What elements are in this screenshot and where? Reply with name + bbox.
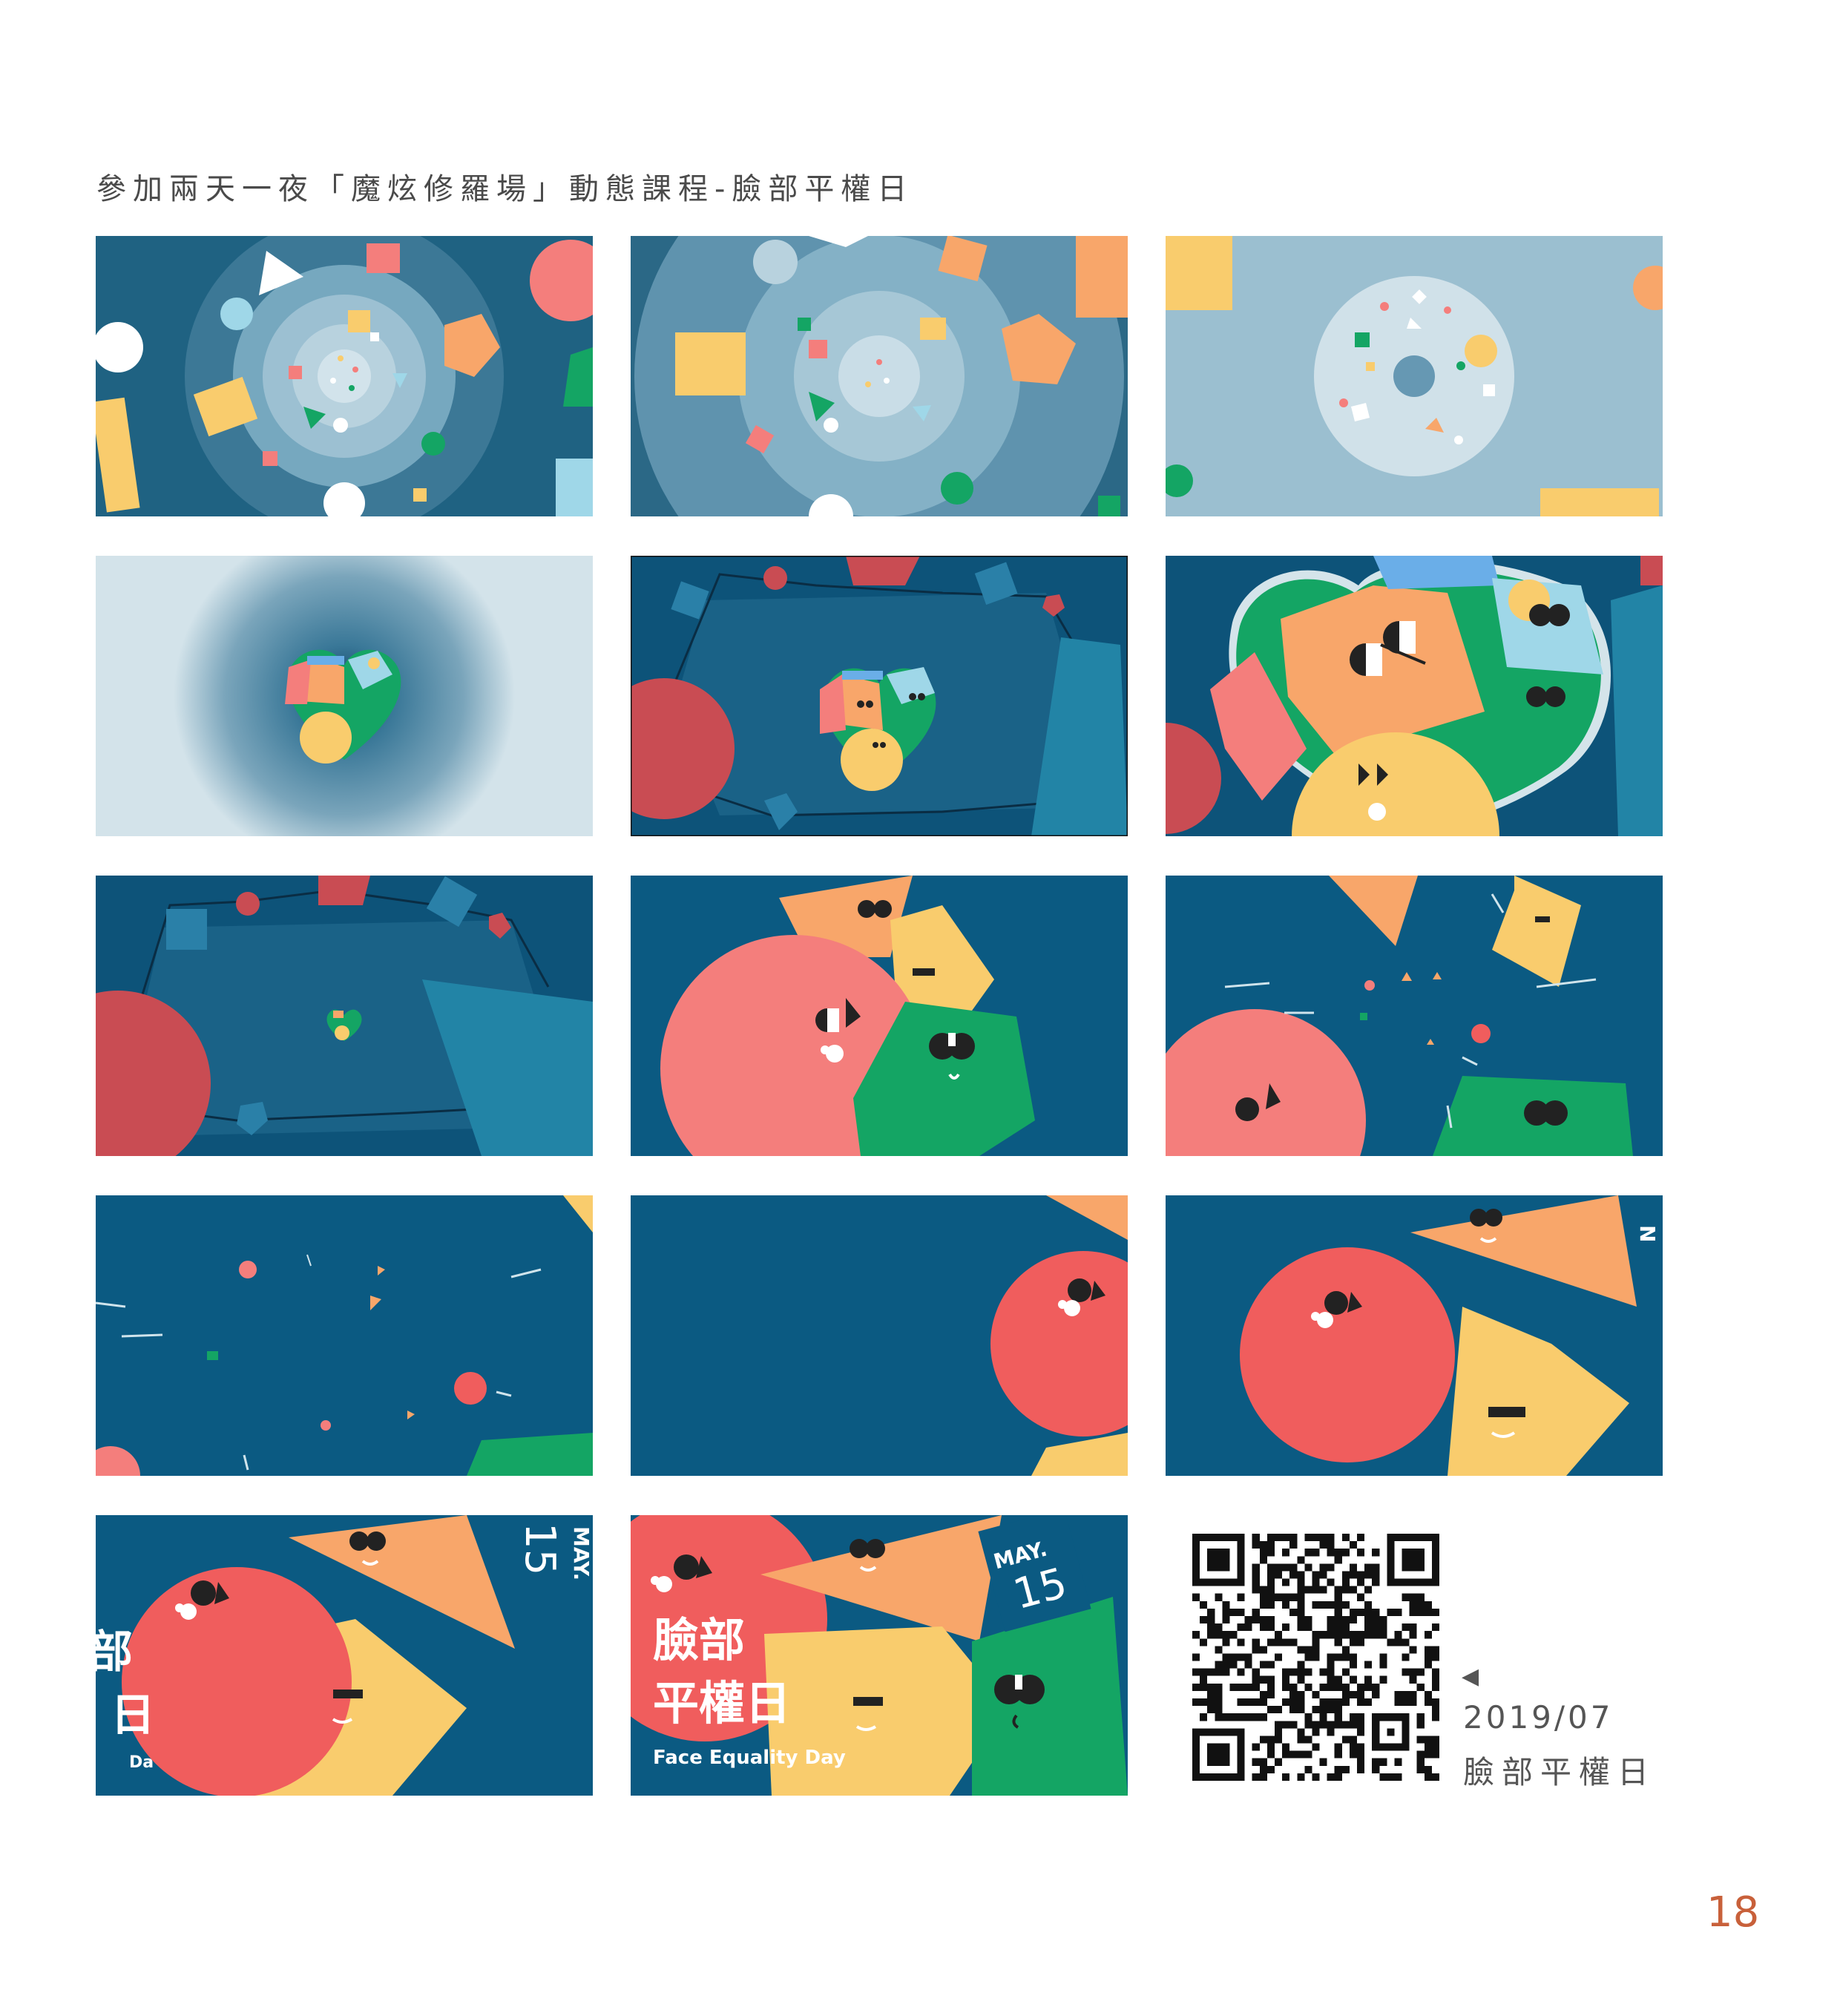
qr-title: 臉部平權日 (1463, 1754, 1657, 1790)
storyboard-frame-12: N (1166, 1195, 1663, 1476)
storyboard-frame-4 (96, 556, 593, 836)
storyboard-frame-3 (1166, 236, 1663, 516)
storyboard-frame-6 (1166, 556, 1663, 836)
partial-title-char-1: 部 (96, 1626, 133, 1678)
pointer-arrow-icon: ◀ (1462, 1664, 1479, 1690)
storyboard-frame-5 (631, 556, 1128, 836)
date-month: MAY. (569, 1526, 593, 1580)
storyboard-frame-14: 臉部 平權日 Face Equality Day MAY. 15 (631, 1515, 1128, 1796)
storyboard-frame-8 (631, 876, 1128, 1156)
page-number: 18 (1706, 1888, 1760, 1937)
partial-subtitle: Da (129, 1753, 154, 1772)
page-heading: 參加兩天一夜「魔炫修羅場」動態課程-臉部平權日 (96, 172, 914, 206)
poster-title-line1: 臉部 (653, 1613, 745, 1667)
qr-code[interactable] (1192, 1534, 1439, 1781)
poster-title-line2: 平權日 (653, 1676, 791, 1730)
partial-title-char-2: 日 (111, 1690, 155, 1741)
qr-date: 2019/07 (1463, 1699, 1614, 1736)
storyboard-frame-10 (96, 1195, 593, 1476)
svg-text:N: N (1635, 1225, 1660, 1242)
storyboard-frame-7 (96, 876, 593, 1156)
storyboard-frame-13: 部 日 Da MAY. 15 (96, 1515, 593, 1796)
poster-subtitle: Face Equality Day (653, 1747, 846, 1769)
storyboard-frame-2 (631, 236, 1128, 516)
storyboard-frame-1 (96, 236, 593, 516)
storyboard-frame-9 (1166, 876, 1663, 1156)
date-day: 15 (516, 1523, 564, 1575)
storyboard-frame-11 (631, 1195, 1128, 1476)
